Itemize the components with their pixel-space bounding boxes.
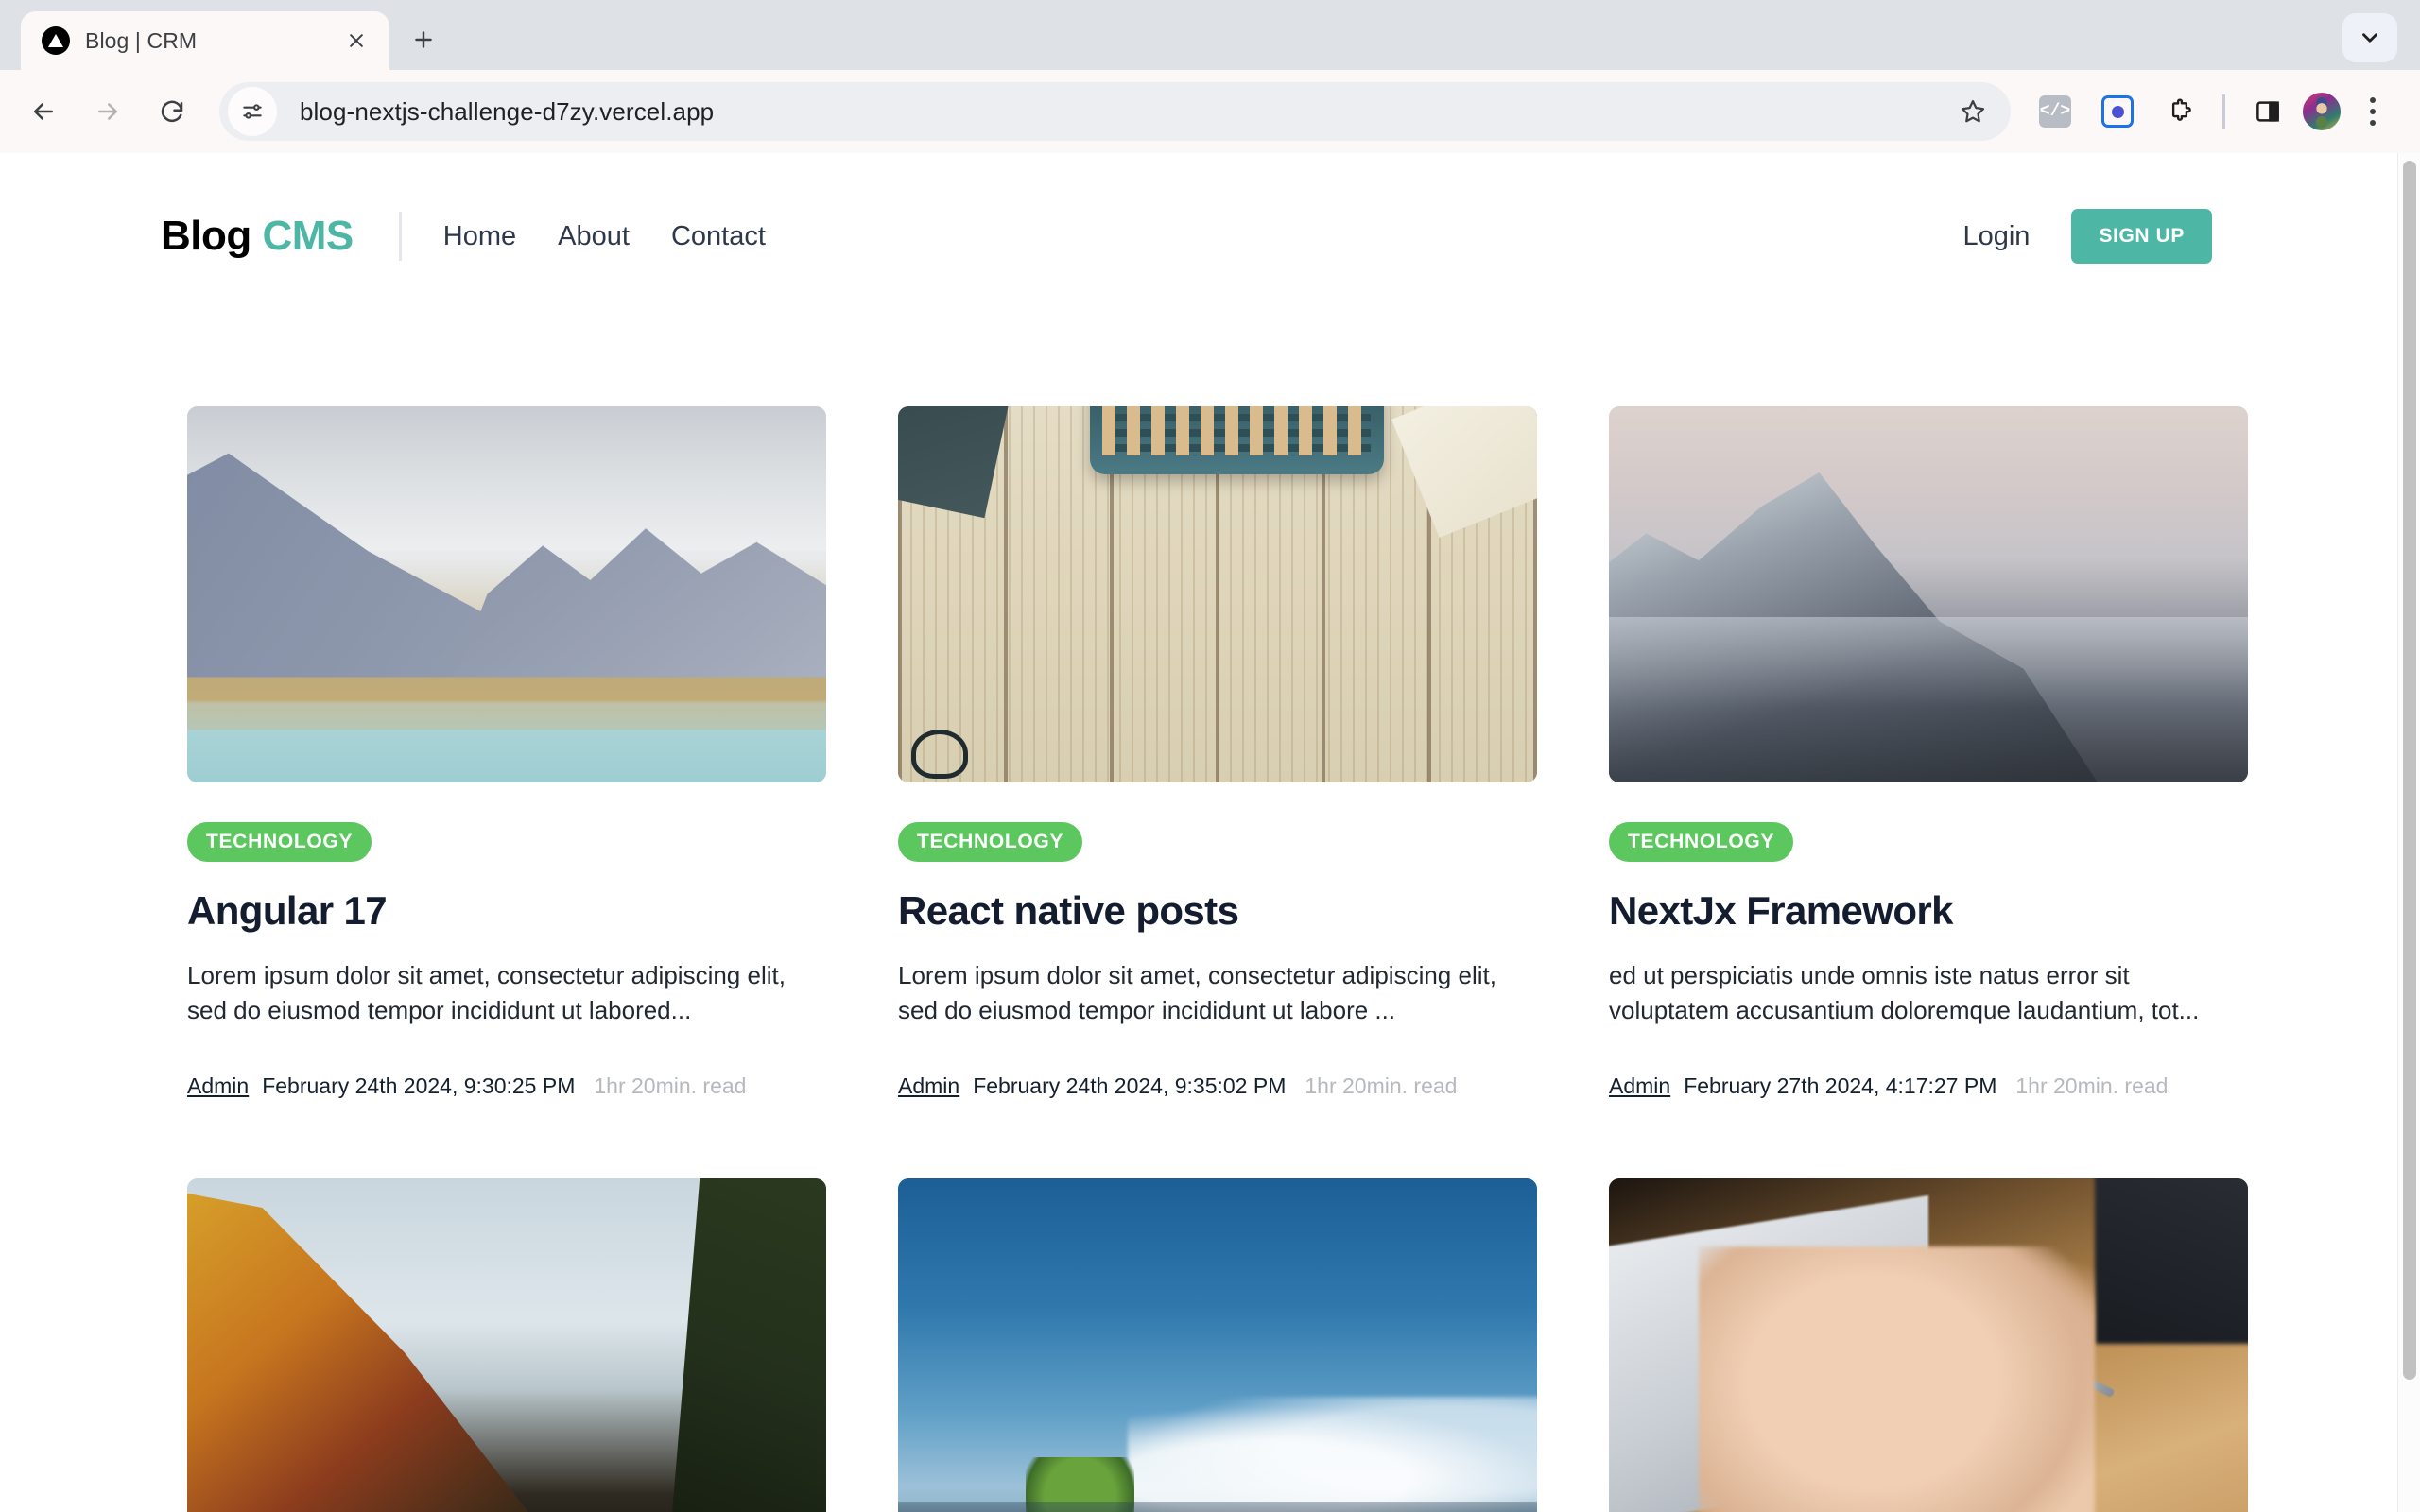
browser-toolbar: blog-nextjs-challenge-d7zy.vercel.app </… [0,70,2420,153]
reload-icon[interactable] [142,81,202,142]
status-badge[interactable]: TECHNOLOGY [187,822,372,862]
post-card[interactable] [1609,1178,2248,1512]
code-extension-icon[interactable]: </> [2026,82,2084,141]
post-card[interactable]: TECHNOLOGY Angular 17 Lorem ipsum dolor … [187,406,826,1099]
autumn-valley-image [187,1178,826,1512]
close-icon[interactable] [338,23,374,59]
site-logo[interactable]: Blog CMS [161,213,354,260]
post-card[interactable]: TECHNOLOGY React native posts Lorem ipsu… [898,406,1537,1099]
code-extension-label: </> [2039,95,2071,128]
web-page: Blog CMS Home About Contact Login SIGN U… [0,153,2397,1512]
toolbar-divider [2222,94,2225,129]
header-actions: Login SIGN UP [1962,209,2212,264]
post-meta: Admin February 24th 2024, 9:30:25 PM 1hr… [187,1074,826,1099]
forward-arrow-icon[interactable] [78,81,138,142]
nav-item-home[interactable]: Home [443,221,516,252]
post-thumbnail[interactable] [187,1178,826,1512]
post-thumbnail[interactable] [898,406,1537,782]
tab-search-chevron-down-icon[interactable] [2342,13,2397,62]
site-header: Blog CMS Home About Contact Login SIGN U… [0,180,2397,293]
extensions-puzzle-icon[interactable] [2151,82,2209,141]
post-excerpt: Lorem ipsum dolor sit amet, consectetur … [187,961,786,1025]
post-date: February 24th 2024, 9:30:25 PM [262,1074,576,1099]
post-card[interactable] [898,1178,1537,1512]
page-scrollbar[interactable] [2397,153,2420,1512]
post-thumbnail[interactable] [187,406,826,782]
main-nav: Home About Contact [443,221,766,252]
post-read-time: 1hr 20min. read [2015,1074,2169,1099]
post-thumbnail[interactable] [898,1178,1537,1512]
post-author[interactable]: Admin [898,1074,959,1099]
header-divider [398,212,402,261]
nav-item-contact[interactable]: Contact [671,221,766,252]
logo-part-cms: CMS [262,213,354,259]
sign-up-button[interactable]: SIGN UP [2071,209,2212,264]
post-excerpt: Lorem ipsum dolor sit amet, consectetur … [898,961,1496,1025]
post-read-time: 1hr 20min. read [594,1074,747,1099]
browser-tab[interactable]: Blog | CRM [21,11,389,70]
posts-grid: TECHNOLOGY Angular 17 Lorem ipsum dolor … [0,293,2397,1512]
post-thumbnail[interactable] [1609,406,2248,782]
address-bar[interactable]: blog-nextjs-challenge-d7zy.vercel.app [219,82,2011,141]
page-viewport: Blog CMS Home About Contact Login SIGN U… [0,153,2420,1512]
tab-strip: Blog | CRM [0,0,2420,70]
post-meta: Admin February 24th 2024, 9:35:02 PM 1hr… [898,1074,1537,1099]
status-badge[interactable]: TECHNOLOGY [1609,822,1794,862]
browser-window: Blog | CRM blog-nextjs-challenge-d7zy.ve… [0,0,2420,1512]
post-author[interactable]: Admin [1609,1074,1670,1099]
logo-part-blog: Blog [161,213,251,259]
post-read-time: 1hr 20min. read [1305,1074,1458,1099]
vintage-typewriter-image [898,406,1537,782]
mountain-lake-image [187,406,826,782]
post-excerpt: ed ut perspiciatis unde omnis iste natus… [1609,961,2200,1025]
snowy-mountain-image [1609,406,2248,782]
post-card[interactable]: TECHNOLOGY NextJx Framework ed ut perspi… [1609,406,2248,1099]
vercel-triangle-icon [42,26,70,55]
post-title[interactable]: NextJx Framework [1609,888,2248,934]
scrollbar-thumb[interactable] [2403,161,2416,1380]
hands-on-laptop-image [1609,1178,2248,1512]
side-panel-icon[interactable] [2238,82,2297,141]
profile-avatar[interactable] [2301,91,2342,132]
bookmark-star-icon[interactable] [1945,83,2001,140]
screen-recorder-extension-icon[interactable] [2088,82,2147,141]
post-card[interactable] [187,1178,826,1512]
post-author[interactable]: Admin [187,1074,249,1099]
post-meta: Admin February 27th 2024, 4:17:27 PM 1hr… [1609,1074,2248,1099]
post-date: February 27th 2024, 4:17:27 PM [1684,1074,1997,1099]
post-title[interactable]: Angular 17 [187,888,826,934]
blue-sky-image [898,1178,1537,1512]
login-link[interactable]: Login [1962,221,2030,252]
new-tab-button[interactable] [399,15,448,64]
tune-sliders-icon[interactable] [228,87,277,136]
tab-title: Blog | CRM [85,27,198,53]
back-arrow-icon[interactable] [13,81,74,142]
post-date: February 24th 2024, 9:35:02 PM [973,1074,1287,1099]
post-title[interactable]: React native posts [898,888,1537,934]
three-dot-menu-icon[interactable] [2346,82,2399,141]
url-text: blog-nextjs-challenge-d7zy.vercel.app [300,96,715,126]
status-badge[interactable]: TECHNOLOGY [898,822,1083,862]
post-thumbnail[interactable] [1609,1178,2248,1512]
nav-item-about[interactable]: About [558,221,630,252]
